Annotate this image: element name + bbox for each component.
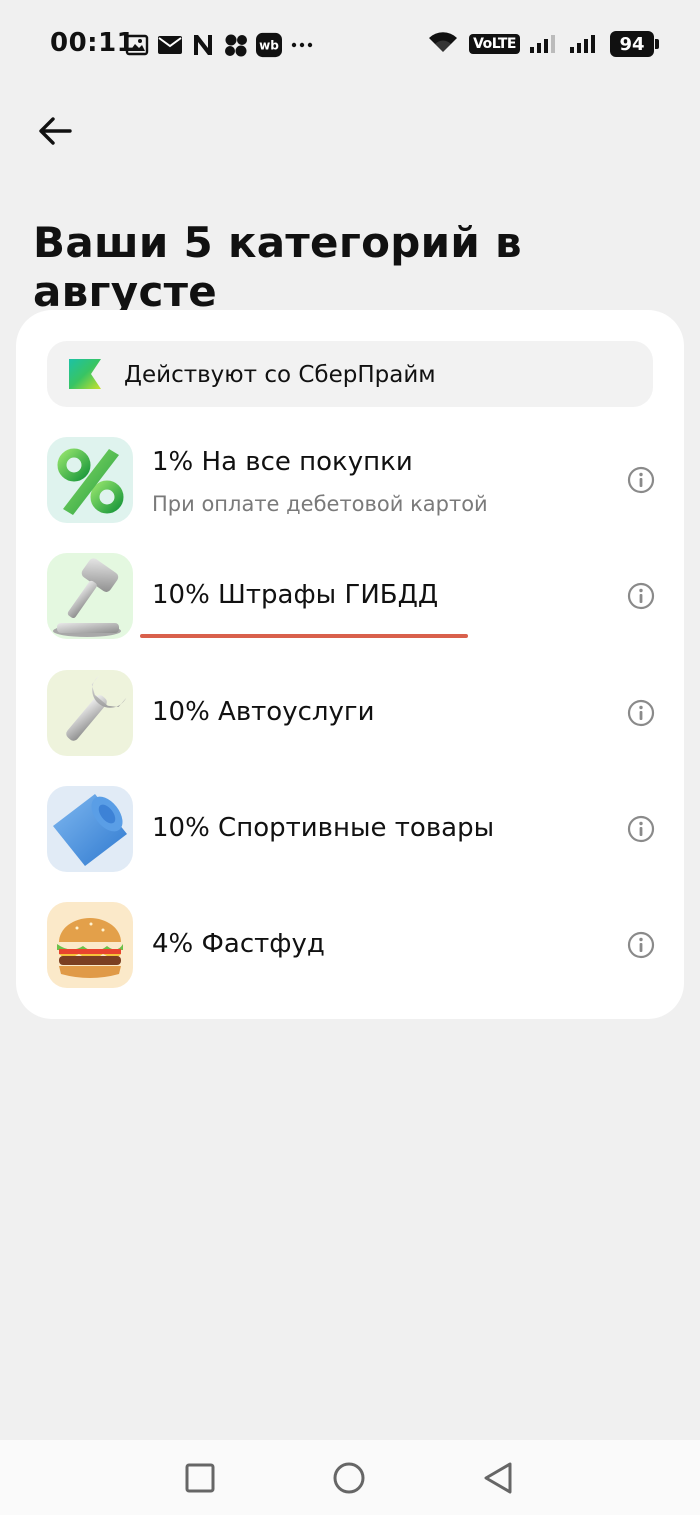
dots-app-icon: [223, 32, 249, 58]
signal-sim1-icon: [530, 31, 560, 57]
wrench-icon: [47, 670, 133, 756]
category-item-sports-goods[interactable]: 10% Спортивные товары: [47, 786, 667, 874]
battery-indicator: 94: [610, 31, 659, 57]
burger-icon: [47, 902, 133, 988]
category-title: 10% Автоуслуги: [152, 697, 375, 727]
sberprime-banner[interactable]: Действуют со СберПрайм: [47, 341, 653, 407]
percent-icon: [47, 437, 133, 523]
n-app-icon: [190, 32, 216, 58]
system-icons: VoLTE 94: [427, 30, 659, 58]
system-navigation-bar: [0, 1440, 700, 1515]
status-bar: 00:11 wb VoLTE 94: [0, 0, 700, 90]
gavel-icon: [47, 553, 133, 639]
signal-sim2-icon: [570, 31, 600, 57]
gallery-icon: [124, 32, 150, 58]
category-item-traffic-fines[interactable]: 10% Штрафы ГИБДД: [47, 553, 667, 641]
category-item-all-purchases[interactable]: 1% На все покупки При оплате дебетовой к…: [47, 437, 667, 525]
sberprime-logo-icon: [69, 359, 101, 389]
category-title: 1% На все покупки: [152, 447, 413, 477]
category-item-fastfood[interactable]: 4% Фастфуд: [47, 902, 667, 990]
sberprime-banner-text: Действуют со СберПрайм: [124, 362, 436, 388]
info-icon[interactable]: [627, 466, 655, 494]
categories-card: Действуют со СберПрайм 1% На все покупки…: [16, 310, 684, 1019]
category-title: 4% Фастфуд: [152, 929, 325, 959]
wb-label: wb: [259, 39, 279, 53]
category-title: 10% Спортивные товары: [152, 813, 495, 843]
status-time: 00:11: [50, 28, 136, 58]
info-icon[interactable]: [627, 582, 655, 610]
yoga-mat-icon: [47, 786, 133, 872]
wifi-icon: [427, 30, 459, 58]
page-title: Ваши 5 категорий в августе: [33, 218, 522, 316]
volte-badge: VoLTE: [469, 34, 520, 54]
info-icon[interactable]: [627, 931, 655, 959]
notification-icons: wb: [124, 32, 315, 58]
back-button[interactable]: [32, 108, 78, 154]
more-icon: [289, 32, 315, 58]
mail-icon: [157, 32, 183, 58]
highlight-underline: [140, 634, 468, 638]
wb-app-icon: wb: [256, 32, 282, 58]
recent-apps-button[interactable]: [182, 1460, 218, 1496]
category-item-auto-services[interactable]: 10% Автоуслуги: [47, 670, 667, 758]
home-button[interactable]: [331, 1460, 367, 1496]
category-subtitle: При оплате дебетовой картой: [152, 492, 488, 516]
category-title: 10% Штрафы ГИБДД: [152, 580, 439, 610]
info-icon[interactable]: [627, 815, 655, 843]
arrow-left-icon: [39, 117, 72, 145]
info-icon[interactable]: [627, 699, 655, 727]
back-nav-button[interactable]: [480, 1460, 516, 1496]
